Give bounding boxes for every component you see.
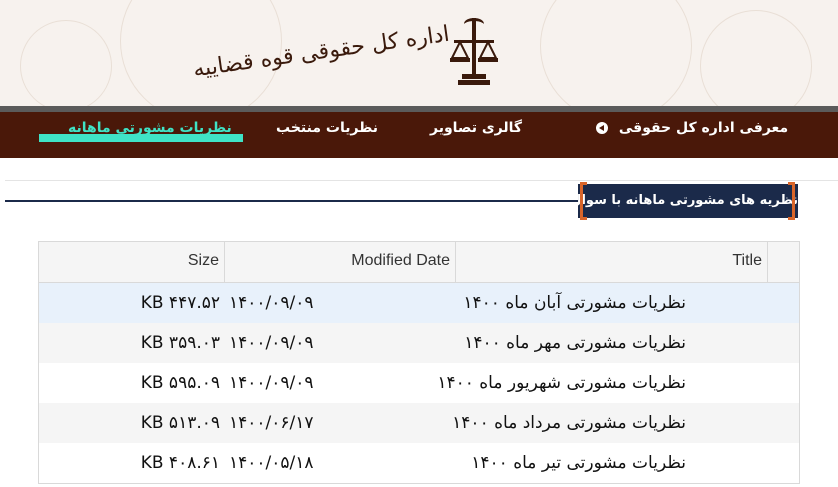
section-rule [5, 200, 585, 202]
site-header: اداره کل حقوقی قوه قضاییه [0, 0, 838, 110]
cell-size: KB ۳۵۹.۰۳ [140, 333, 220, 353]
table-row[interactable]: KB ۴۴۷.۵۲ ۱۴۰۰/۰۹/۰۹ نظریات مشورتی آبان … [39, 283, 799, 323]
header-ornament [20, 20, 112, 110]
nav-item-label: معرفی اداره کل حقوقی [618, 120, 789, 136]
cell-modified: ۱۴۰۰/۰۵/۱۸ [229, 453, 314, 473]
cell-modified: ۱۴۰۰/۰۹/۰۹ [229, 373, 314, 393]
active-nav-indicator [39, 134, 243, 142]
logo-text: اداره کل حقوقی قوه قضاییه [191, 21, 452, 83]
column-header-spacer [768, 242, 799, 282]
table-row[interactable]: KB ۳۵۹.۰۳ ۱۴۰۰/۰۹/۰۹ نظریات مشورتی مهر م… [39, 323, 799, 363]
nav-item-selected-opinions[interactable]: نظریات منتخب [276, 120, 378, 136]
nav-item-gallery[interactable]: گالری تصاویر [430, 120, 522, 136]
section-title: نظریه های مشورتی ماهانه با سوال [570, 184, 798, 218]
cell-size: KB ۴۴۷.۵۲ [140, 293, 220, 313]
table-row[interactable]: KB ۴۰۸.۶۱ ۱۴۰۰/۰۵/۱۸ نظریات مشورتی تیر م… [39, 443, 799, 483]
cell-size: KB ۵۱۳.۰۹ [140, 413, 220, 433]
cell-title-link[interactable]: نظریات مشورتی آبان ماه ۱۴۰۰ [456, 283, 686, 323]
cell-size: KB ۵۹۵.۰۹ [140, 373, 220, 393]
table-header: Size Modified Date Title [39, 242, 799, 283]
site-logo[interactable]: اداره کل حقوقی قوه قضاییه [191, 8, 500, 100]
cell-modified: ۱۴۰۰/۰۹/۰۹ [229, 293, 314, 313]
divider [5, 180, 838, 181]
cell-title-link[interactable]: نظریات مشورتی مرداد ماه ۱۴۰۰ [452, 403, 686, 443]
column-header-title[interactable]: Title [456, 242, 768, 282]
header-ornament [540, 0, 692, 110]
bracket-right-decoration [788, 182, 795, 220]
left-arrow-icon [596, 122, 608, 134]
cell-modified: ۱۴۰۰/۰۹/۰۹ [229, 333, 314, 353]
column-header-size[interactable]: Size [39, 242, 225, 282]
nav-item-about[interactable]: معرفی اداره کل حقوقی [596, 120, 788, 136]
cell-modified: ۱۴۰۰/۰۶/۱۷ [229, 413, 314, 433]
cell-title-link[interactable]: نظریات مشورتی تیر ماه ۱۴۰۰ [456, 443, 686, 483]
cell-title-link[interactable]: نظریات مشورتی مهر ماه ۱۴۰۰ [456, 323, 686, 363]
cell-title-link[interactable]: نظریات مشورتی شهریور ماه ۱۴۰۰ [437, 363, 686, 403]
table-row[interactable]: KB ۵۹۵.۰۹ ۱۴۰۰/۰۹/۰۹ نظریات مشورتی شهریو… [39, 363, 799, 403]
header-ornament [700, 10, 812, 110]
column-header-modified[interactable]: Modified Date [225, 242, 456, 282]
file-table: Size Modified Date Title KB ۴۴۷.۵۲ ۱۴۰۰/… [38, 241, 800, 484]
bracket-left-decoration [580, 182, 587, 220]
scales-emblem-icon [450, 18, 498, 85]
table-row[interactable]: KB ۵۱۳.۰۹ ۱۴۰۰/۰۶/۱۷ نظریات مشورتی مرداد… [39, 403, 799, 443]
cell-size: KB ۴۰۸.۶۱ [140, 453, 220, 473]
